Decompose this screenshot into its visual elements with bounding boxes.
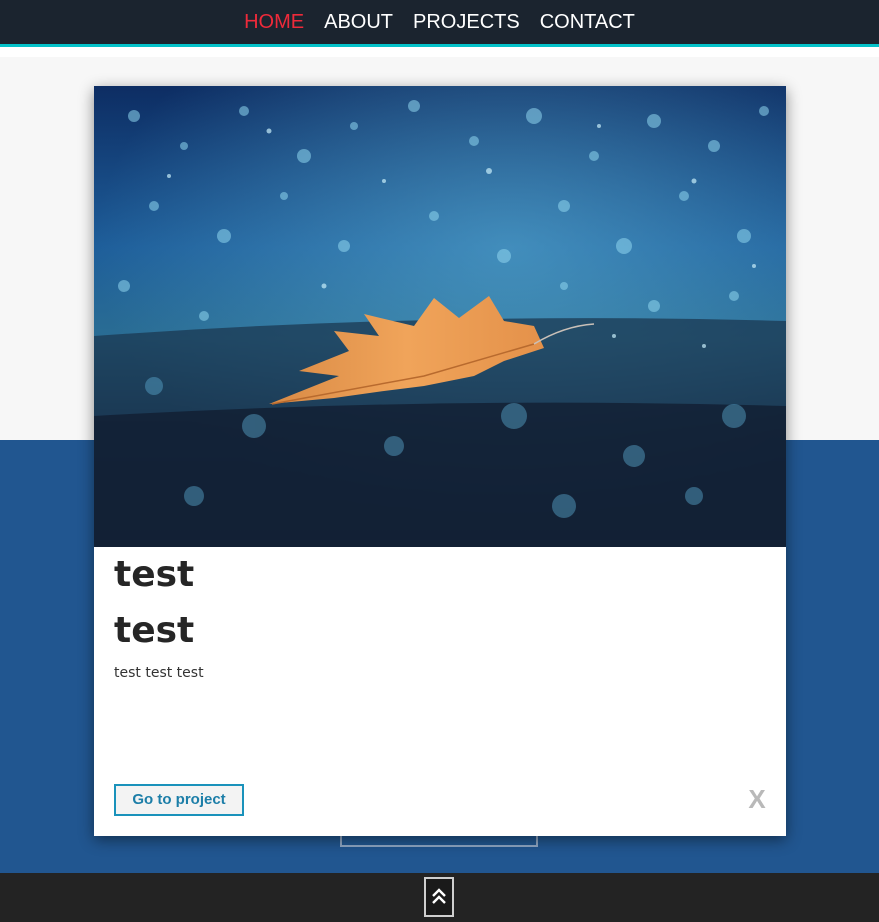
nav-item-about[interactable]: ABOUT xyxy=(324,10,393,34)
close-modal-button[interactable]: X xyxy=(746,786,768,812)
double-chevron-up-icon xyxy=(432,888,446,904)
nav-item-projects[interactable]: PROJECTS xyxy=(413,10,520,34)
footer xyxy=(0,873,879,922)
nav-divider xyxy=(0,47,879,57)
nav-list: HOME ABOUT PROJECTS CONTACT xyxy=(244,10,635,34)
go-to-project-button[interactable]: Go to project xyxy=(114,784,244,816)
project-modal: test test test test test Go to project X xyxy=(94,86,786,836)
modal-description: test test test xyxy=(114,665,204,681)
modal-subtitle: test xyxy=(114,610,195,651)
leaf-photo xyxy=(94,86,786,547)
nav-item-home[interactable]: HOME xyxy=(244,10,304,34)
project-image xyxy=(94,86,786,547)
nav-item-contact[interactable]: CONTACT xyxy=(540,10,635,34)
modal-title: test xyxy=(114,554,195,595)
scroll-to-top-button[interactable] xyxy=(424,877,454,917)
page: HOME ABOUT PROJECTS CONTACT test test te… xyxy=(0,0,879,922)
top-navbar: HOME ABOUT PROJECTS CONTACT xyxy=(0,0,879,47)
